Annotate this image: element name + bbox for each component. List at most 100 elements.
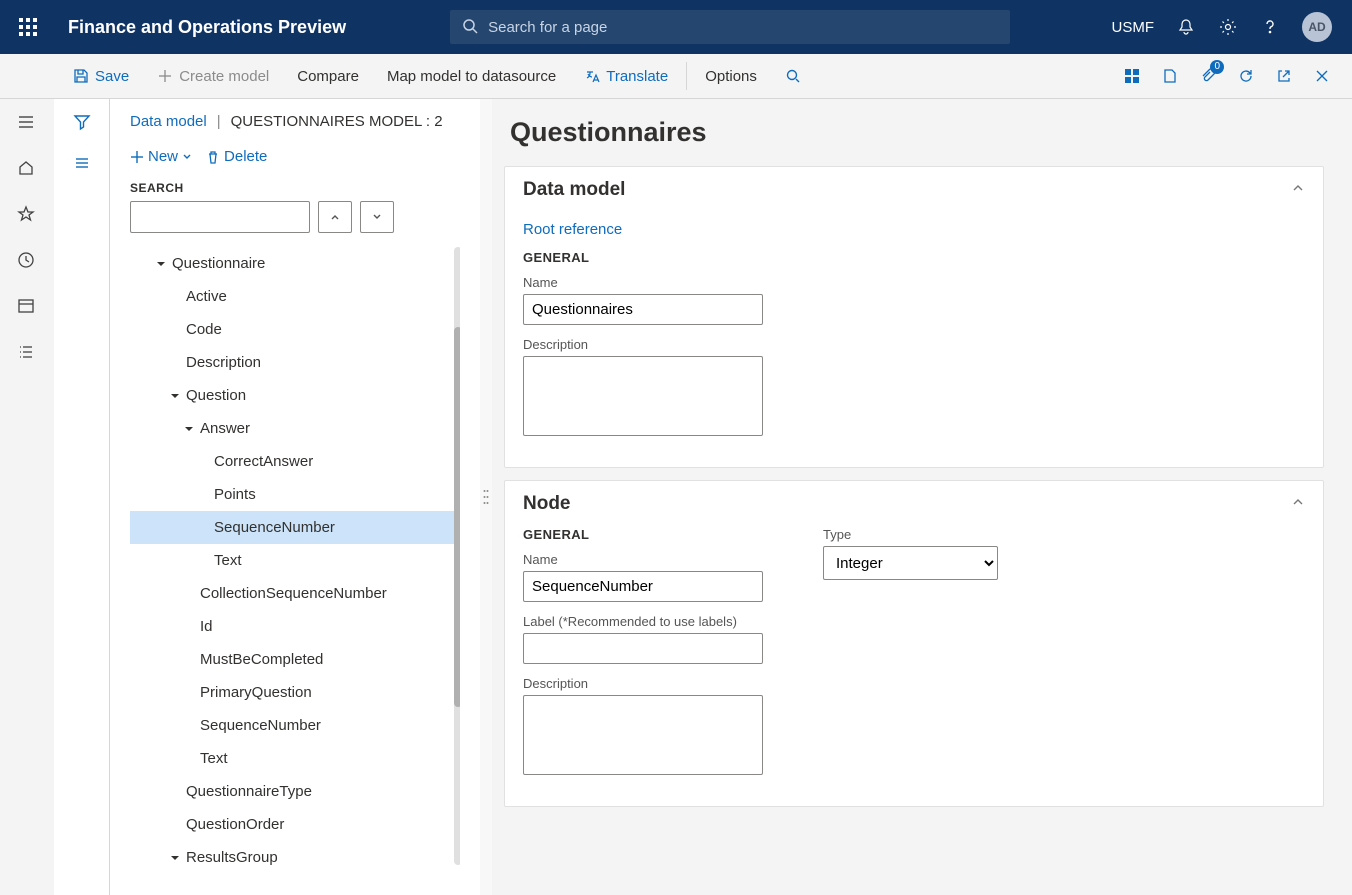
modules-icon[interactable] bbox=[17, 343, 37, 363]
tree-node[interactable]: Answer bbox=[130, 412, 460, 445]
search-down-button[interactable] bbox=[360, 201, 394, 233]
caret-icon bbox=[196, 488, 210, 502]
node-label-input[interactable] bbox=[523, 633, 763, 664]
tree-node-label: Questionnaire bbox=[172, 255, 265, 272]
tree-node[interactable]: SequenceNumber bbox=[130, 709, 460, 742]
attachment-icon[interactable]: 0 bbox=[1198, 66, 1218, 86]
map-model-button[interactable]: Map model to datasource bbox=[373, 54, 570, 98]
left-nav-rail bbox=[0, 99, 54, 895]
delete-button[interactable]: Delete bbox=[206, 148, 267, 165]
bell-icon[interactable] bbox=[1176, 17, 1196, 37]
datamodel-name-input[interactable] bbox=[523, 294, 763, 325]
new-button[interactable]: New bbox=[130, 148, 192, 165]
tree-node[interactable]: SequenceNumber bbox=[130, 511, 460, 544]
attachment-badge: 0 bbox=[1210, 60, 1224, 74]
caret-icon bbox=[168, 785, 182, 799]
caret-icon bbox=[182, 752, 196, 766]
recent-icon[interactable] bbox=[17, 251, 37, 271]
separator bbox=[686, 62, 687, 90]
datamodel-description-input[interactable] bbox=[523, 356, 763, 436]
tree-node[interactable]: QuestionOrder bbox=[130, 808, 460, 841]
tree-node[interactable]: CollectionSequenceNumber bbox=[130, 577, 460, 610]
name-label: Name bbox=[523, 275, 1305, 290]
tree-node-label: Id bbox=[200, 618, 213, 635]
caret-icon[interactable] bbox=[168, 389, 182, 403]
caret-icon bbox=[168, 818, 182, 832]
node-card: Node GENERAL Name Label (*Recommended to… bbox=[504, 480, 1324, 807]
waffle-icon[interactable] bbox=[12, 11, 44, 43]
action-bar: Save Create model Compare Map model to d… bbox=[0, 54, 1352, 99]
tree-search-input[interactable] bbox=[130, 201, 310, 233]
tree-node[interactable]: QuestionnaireType bbox=[130, 775, 460, 808]
tree-node[interactable]: Points bbox=[130, 478, 460, 511]
help-icon[interactable] bbox=[1260, 17, 1280, 37]
caret-icon[interactable] bbox=[182, 422, 196, 436]
caret-icon bbox=[196, 455, 210, 469]
caret-icon bbox=[168, 356, 182, 370]
refresh-icon[interactable] bbox=[1236, 66, 1256, 86]
company-code[interactable]: USMF bbox=[1112, 19, 1155, 36]
breadcrumb-separator: | bbox=[217, 113, 221, 130]
tree-node-label: QuestionnaireType bbox=[186, 783, 312, 800]
node-type-label: Type bbox=[823, 527, 998, 542]
breadcrumb-current: QUESTIONNAIRES MODEL : 2 bbox=[231, 113, 443, 130]
save-button[interactable]: Save bbox=[59, 54, 143, 98]
global-search[interactable] bbox=[450, 10, 1010, 44]
tree-node[interactable]: Id bbox=[130, 610, 460, 643]
search-action-icon[interactable] bbox=[771, 54, 815, 98]
caret-icon[interactable] bbox=[168, 851, 182, 865]
scrollbar[interactable] bbox=[454, 247, 460, 865]
tree-node[interactable]: Code bbox=[130, 313, 460, 346]
options-button[interactable]: Options bbox=[691, 54, 771, 98]
breadcrumb-link[interactable]: Data model bbox=[130, 113, 207, 130]
tree-node[interactable]: Questionnaire bbox=[130, 247, 460, 280]
tree-node[interactable]: Active bbox=[130, 280, 460, 313]
model-tree: Questionnaire ActiveCodeDescription Questi… bbox=[130, 247, 460, 895]
gear-icon[interactable] bbox=[1218, 17, 1238, 37]
tree-node-label: QuestionOrder bbox=[186, 816, 284, 833]
node-name-input[interactable] bbox=[523, 571, 763, 602]
grid-icon[interactable] bbox=[1122, 66, 1142, 86]
tree-node[interactable]: PrimaryQuestion bbox=[130, 676, 460, 709]
tree-node[interactable]: Question bbox=[130, 379, 460, 412]
caret-icon bbox=[168, 323, 182, 337]
home-icon[interactable] bbox=[17, 159, 37, 179]
tree-node[interactable]: Text bbox=[130, 544, 460, 577]
avatar[interactable]: AD bbox=[1302, 12, 1332, 42]
hamburger-icon[interactable] bbox=[17, 113, 37, 133]
list-toggle-icon[interactable] bbox=[73, 154, 91, 175]
tree-node-label: CorrectAnswer bbox=[214, 453, 313, 470]
filter-icon[interactable] bbox=[73, 113, 91, 134]
panel-toggle-rail bbox=[54, 99, 110, 895]
compare-button[interactable]: Compare bbox=[283, 54, 373, 98]
caret-icon bbox=[168, 290, 182, 304]
page-icon[interactable] bbox=[1160, 66, 1180, 86]
popout-icon[interactable] bbox=[1274, 66, 1294, 86]
translate-label: Translate bbox=[606, 68, 668, 85]
star-icon[interactable] bbox=[17, 205, 37, 225]
node-description-input[interactable] bbox=[523, 695, 763, 775]
node-type-select[interactable]: Integer bbox=[823, 546, 998, 580]
page-title: Questionnaires bbox=[510, 117, 1324, 148]
tree-node[interactable]: Description bbox=[130, 346, 460, 379]
tree-node[interactable]: MustBeCompleted bbox=[130, 643, 460, 676]
close-icon[interactable] bbox=[1312, 66, 1332, 86]
workspace-icon[interactable] bbox=[17, 297, 37, 317]
tree-node[interactable]: CorrectAnswer bbox=[130, 445, 460, 478]
tree-node[interactable]: ResultsGroup bbox=[130, 841, 460, 874]
search-up-button[interactable] bbox=[318, 201, 352, 233]
chevron-up-icon[interactable] bbox=[1291, 493, 1305, 515]
chevron-up-icon[interactable] bbox=[1291, 179, 1305, 201]
create-model-button[interactable]: Create model bbox=[143, 54, 283, 98]
translate-button[interactable]: Translate bbox=[570, 54, 682, 98]
tree-node[interactable]: Text bbox=[130, 742, 460, 775]
breadcrumb: Data model | QUESTIONNAIRES MODEL : 2 bbox=[130, 113, 460, 130]
tree-node-label: Text bbox=[200, 750, 228, 767]
tree-node-label: Question bbox=[186, 387, 246, 404]
root-reference-link[interactable]: Root reference bbox=[523, 221, 622, 238]
tree-node-label: SequenceNumber bbox=[200, 717, 321, 734]
create-model-label: Create model bbox=[179, 68, 269, 85]
global-search-input[interactable] bbox=[488, 19, 998, 36]
caret-icon[interactable] bbox=[154, 257, 168, 271]
splitter-handle[interactable] bbox=[480, 99, 492, 895]
